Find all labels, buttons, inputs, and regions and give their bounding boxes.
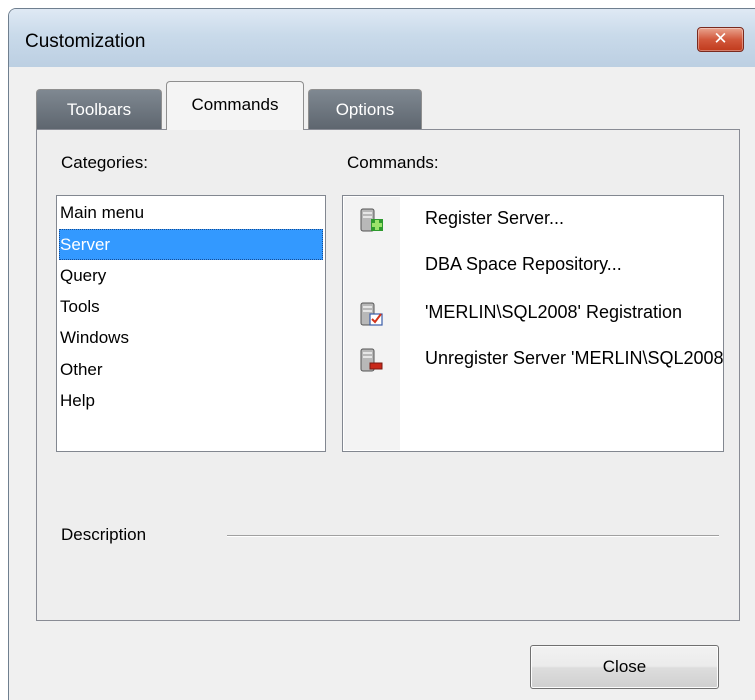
tab-options-label: Options: [335, 100, 395, 119]
command-label: Unregister Server 'MERLIN\SQL2008': [425, 348, 724, 368]
tab-toolbars-label: Toolbars: [66, 100, 132, 119]
commands-label: Commands:: [347, 153, 439, 172]
command-item[interactable]: Register Server...: [344, 197, 723, 243]
command-item[interactable]: 'MERLIN\SQL2008' Registration: [344, 291, 723, 337]
category-label: Help: [60, 391, 95, 410]
category-item[interactable]: Query: [59, 260, 323, 291]
title-bar[interactable]: Customization ✕: [9, 9, 755, 67]
tab-commands[interactable]: Commands: [166, 81, 304, 130]
close-icon: ✕: [713, 29, 728, 49]
window-title: Customization: [25, 31, 146, 52]
category-item[interactable]: Help: [59, 385, 323, 416]
category-item[interactable]: Tools: [59, 291, 323, 322]
tab-options[interactable]: Options: [308, 89, 422, 129]
description-label: Description: [61, 525, 147, 544]
category-item[interactable]: Main menu: [59, 197, 323, 228]
command-item[interactable]: DBA Space Repository...: [344, 243, 723, 289]
server-registration-icon: [360, 302, 383, 326]
category-item[interactable]: Other: [59, 354, 323, 385]
register-server-icon: [360, 208, 383, 232]
description-divider: [227, 535, 719, 537]
category-label: Server: [60, 235, 111, 254]
command-label: DBA Space Repository...: [425, 254, 622, 274]
commands-listbox[interactable]: Register Server... DBA Space Repository.…: [342, 195, 724, 452]
close-button[interactable]: Close: [530, 645, 719, 689]
category-item[interactable]: Windows: [59, 322, 323, 353]
close-button-label: Close: [602, 657, 647, 676]
categories-listbox[interactable]: Main menu Server Query Tools Windows Oth…: [56, 195, 326, 452]
commands-tab-panel: Categories: Commands: Main menu Server Q…: [36, 129, 740, 621]
command-item[interactable]: Unregister Server 'MERLIN\SQL2008': [344, 337, 723, 383]
category-label: Tools: [60, 297, 100, 316]
category-label: Other: [60, 360, 103, 379]
tab-commands-label: Commands: [191, 95, 279, 114]
category-item-selected[interactable]: Server: [59, 229, 323, 260]
customization-dialog: Customization ✕ Toolbars Commands Option…: [8, 8, 755, 700]
dialog-client-area: Toolbars Commands Options Categories: Co…: [9, 67, 755, 700]
category-label: Main menu: [60, 203, 145, 222]
window-close-button[interactable]: ✕: [697, 27, 744, 52]
category-label: Query: [60, 266, 107, 285]
command-label: Register Server...: [425, 208, 565, 228]
command-label: 'MERLIN\SQL2008' Registration: [425, 302, 682, 322]
category-label: Windows: [60, 328, 129, 347]
tab-toolbars[interactable]: Toolbars: [36, 89, 162, 129]
unregister-server-icon: [360, 348, 383, 372]
categories-label: Categories:: [61, 153, 148, 172]
